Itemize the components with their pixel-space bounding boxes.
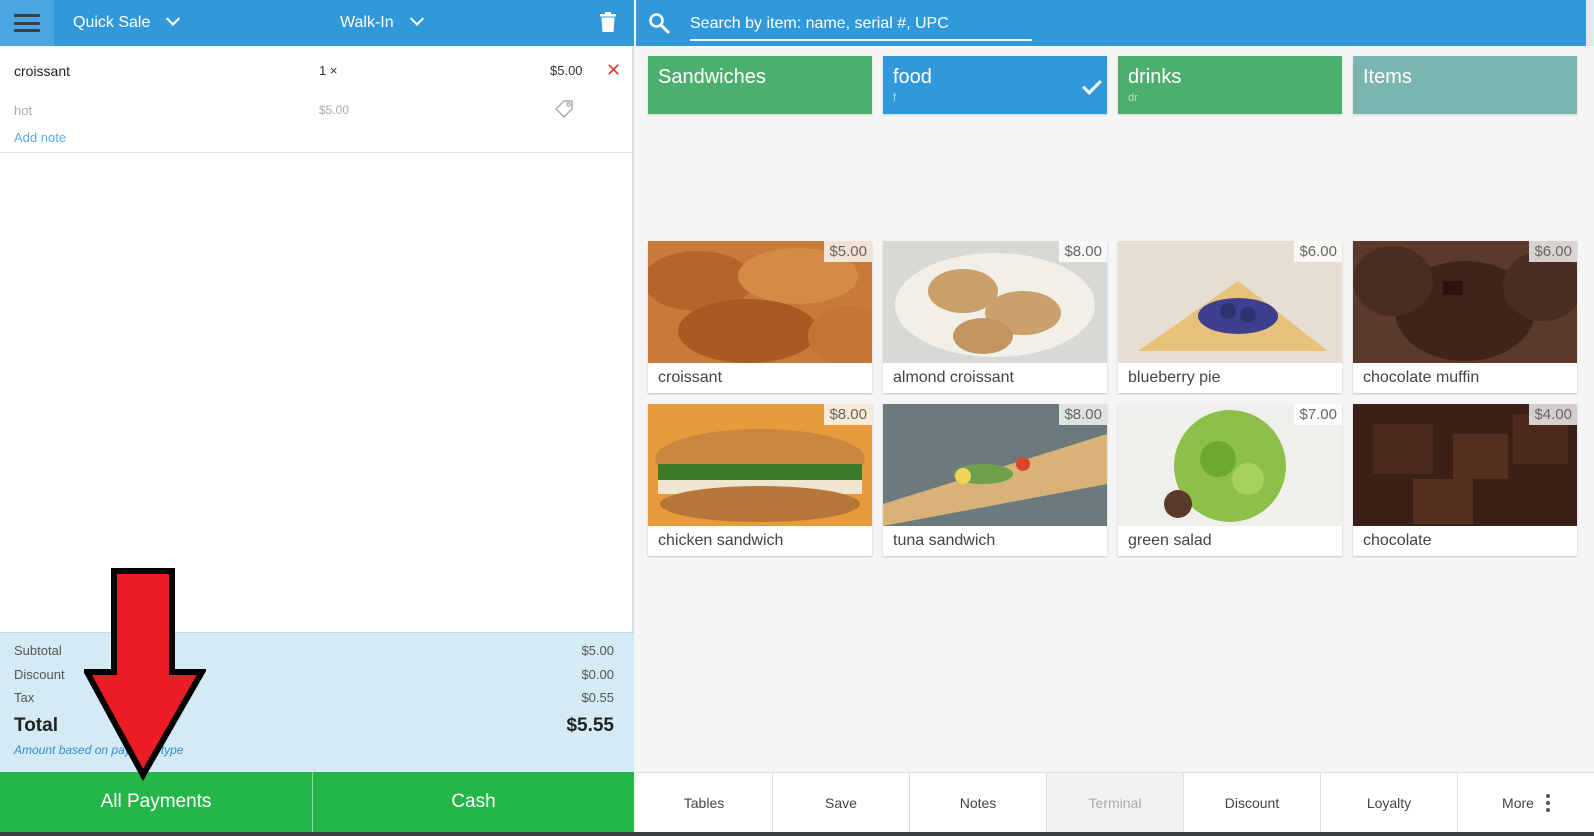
customer-select[interactable]: Walk-In	[340, 0, 424, 46]
chevron-down-icon	[166, 11, 181, 26]
category-drinks[interactable]: drinks dr	[1118, 56, 1342, 114]
tax-value: $0.55	[581, 690, 614, 705]
subtotal-value: $5.00	[581, 643, 614, 658]
save-button[interactable]: Save	[773, 773, 910, 832]
product-name: chicken sandwich	[658, 532, 784, 549]
category-label: Items	[1363, 66, 1412, 88]
chevron-down-icon	[409, 11, 424, 26]
line-item-modifier-price: $5.00	[319, 103, 350, 117]
category-label: drinks	[1128, 66, 1182, 88]
more-button[interactable]: More	[1458, 773, 1594, 832]
discount-label: Discount	[14, 667, 65, 682]
all-payments-button[interactable]: All Payments	[0, 772, 313, 832]
cart-panel: Quick Sale Walk-In croissant 1 × $5.00 ✕…	[0, 0, 634, 836]
bottom-edge	[0, 832, 1594, 836]
totals-panel: Subtotal $5.00 Discount $0.00 Tax $0.55 …	[0, 632, 634, 772]
category-food[interactable]: food f	[883, 56, 1107, 114]
product-price: $8.00	[824, 404, 872, 425]
product-name: green salad	[1128, 532, 1212, 549]
product-tile-almond-croissant[interactable]: $8.00 almond croissant	[883, 241, 1107, 393]
product-name: chocolate	[1363, 532, 1432, 549]
product-name: chocolate muffin	[1363, 369, 1480, 386]
total-label: Total	[14, 715, 58, 736]
line-item-qty[interactable]: 1 ×	[319, 63, 337, 78]
cash-button[interactable]: Cash	[313, 772, 634, 832]
category-sandwiches[interactable]: Sandwiches	[648, 56, 872, 114]
more-vertical-icon	[1545, 793, 1550, 812]
product-tile-chocolate[interactable]: $4.00 chocolate	[1353, 404, 1577, 556]
product-tile-blueberry-pie[interactable]: $6.00 blueberry pie	[1118, 241, 1342, 393]
hamburger-icon	[14, 14, 40, 32]
trash-icon[interactable]	[600, 12, 616, 32]
product-price: $8.00	[1059, 241, 1107, 262]
product-price: $5.00	[824, 241, 872, 262]
checkmark-icon	[1082, 75, 1102, 95]
more-label: More	[1502, 794, 1534, 811]
discount-value: $0.00	[581, 667, 614, 682]
line-item-name: croissant	[14, 63, 71, 79]
bottom-action-bar: Tables Save Notes Terminal Discount Loya…	[636, 772, 1594, 832]
line-item-modifier: hot	[14, 103, 33, 118]
product-price: $7.00	[1294, 404, 1342, 425]
product-tile-chicken-sandwich[interactable]: $8.00 chicken sandwich	[648, 404, 872, 556]
total-row: Total $5.55	[14, 715, 614, 737]
category-label: food	[893, 66, 932, 88]
cart-header: Quick Sale Walk-In	[0, 0, 634, 46]
cart-line-item[interactable]: croissant 1 × $5.00 ✕ hot $5.00 Add note	[0, 46, 634, 153]
search-input[interactable]	[690, 8, 1032, 41]
product-tile-chocolate-muffin[interactable]: $6.00 chocolate muffin	[1353, 241, 1577, 393]
product-name: almond croissant	[893, 369, 1014, 386]
search-icon[interactable]	[648, 12, 670, 34]
payment-type-note: Amount based on payment type	[14, 743, 184, 757]
notes-button[interactable]: Notes	[910, 773, 1047, 832]
tag-icon[interactable]	[554, 99, 574, 119]
payment-bar: All Payments Cash	[0, 772, 634, 832]
product-price: $6.00	[1529, 241, 1577, 262]
product-tile-croissant[interactable]: $5.00 croissant	[648, 241, 872, 393]
tables-button[interactable]: Tables	[636, 773, 773, 832]
sale-type-label: Quick Sale	[73, 14, 151, 31]
category-sub-label: f	[893, 92, 897, 104]
product-tile-tuna-sandwich[interactable]: $8.00 tuna sandwich	[883, 404, 1107, 556]
subtotal-label: Subtotal	[14, 643, 62, 658]
menu-button[interactable]	[0, 0, 54, 46]
product-name: blueberry pie	[1128, 369, 1221, 386]
product-name: croissant	[658, 369, 723, 386]
line-item-price: $5.00	[550, 63, 583, 78]
tax-row: Tax $0.55	[14, 690, 614, 705]
remove-item-icon[interactable]: ✕	[606, 60, 621, 81]
product-price: $8.00	[1059, 404, 1107, 425]
category-sub-label: dr	[1128, 92, 1138, 104]
terminal-button[interactable]: Terminal	[1047, 773, 1184, 832]
tax-label: Tax	[14, 690, 35, 705]
discount-button[interactable]: Discount	[1184, 773, 1321, 832]
sale-type-select[interactable]: Quick Sale	[73, 0, 181, 46]
product-price: $4.00	[1529, 404, 1577, 425]
loyalty-button[interactable]: Loyalty	[1321, 773, 1458, 832]
product-tile-green-salad[interactable]: $7.00 green salad	[1118, 404, 1342, 556]
discount-row: Discount $0.00	[14, 667, 614, 682]
category-label: Sandwiches	[658, 66, 766, 88]
add-note-link[interactable]: Add note	[14, 130, 66, 145]
total-value: $5.55	[566, 715, 614, 736]
category-items[interactable]: Items	[1353, 56, 1577, 114]
product-price: $6.00	[1294, 241, 1342, 262]
header-edge	[1586, 0, 1594, 46]
subtotal-row: Subtotal $5.00	[14, 643, 614, 658]
product-name: tuna sandwich	[893, 532, 996, 549]
customer-label: Walk-In	[340, 14, 394, 31]
